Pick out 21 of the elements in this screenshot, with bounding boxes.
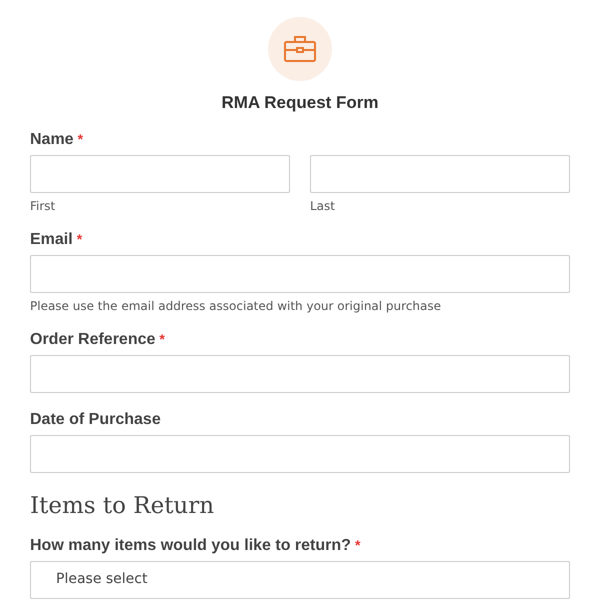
field-label: Date of Purchase (30, 411, 161, 428)
briefcase-icon (283, 35, 317, 63)
field-label: Email (30, 231, 73, 248)
input-field[interactable] (30, 255, 570, 293)
required-mark: * (354, 537, 360, 553)
required-mark: * (78, 131, 84, 147)
sublabel: First (30, 199, 56, 213)
input-field[interactable] (30, 355, 570, 393)
field-label: How many items would you like to return? (30, 537, 351, 554)
input-field[interactable] (310, 155, 570, 193)
select-field[interactable]: Please select (30, 561, 570, 599)
help-text: Please use the email address associated with your original purchase (30, 299, 442, 313)
required-mark: * (159, 331, 165, 347)
input-field[interactable] (30, 155, 290, 193)
field-label: Name (30, 131, 74, 148)
sublabel: Last (310, 199, 336, 213)
section-heading: Items to Return (30, 493, 216, 519)
field-label: Order Reference (30, 331, 156, 348)
required-mark: * (76, 231, 82, 247)
form-title: RMA Request Form (221, 93, 379, 113)
input-field[interactable] (30, 435, 570, 473)
